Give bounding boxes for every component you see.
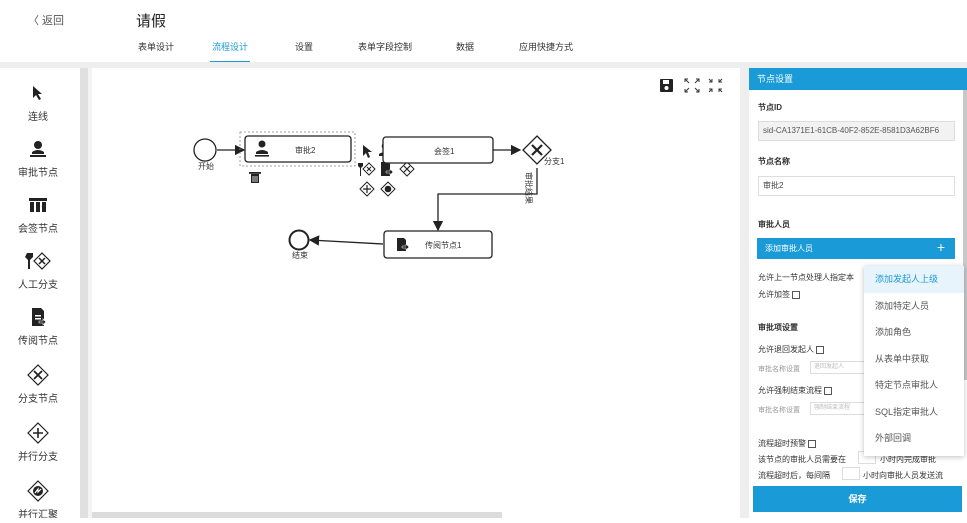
tool-label: 并行汇聚 bbox=[18, 510, 58, 518]
converge-gateway-icon bbox=[0, 480, 76, 502]
interval-hours-input[interactable] bbox=[842, 467, 860, 480]
dropdown-item-node-approver[interactable]: 特定节点审批人 bbox=[864, 372, 964, 399]
branch-label: 分支1 bbox=[544, 156, 565, 166]
return-name-label: 审批名称设置 bbox=[758, 366, 800, 373]
dropdown-item-initiator-superior[interactable]: 添加发起人上级 bbox=[864, 266, 964, 293]
allow-force-end-label: 允许强制结束流程 bbox=[758, 386, 822, 395]
timeout-label: 流程超时预警 bbox=[758, 439, 806, 448]
group-icon bbox=[0, 194, 76, 216]
panel-divider bbox=[740, 68, 749, 518]
add-approver-label: 添加审批人员 bbox=[765, 244, 813, 253]
tool-manual-branch[interactable]: 人工分支 bbox=[0, 250, 76, 291]
plus-icon: + bbox=[936, 239, 945, 255]
tool-parallel-converge[interactable]: 并行汇聚 bbox=[0, 480, 76, 518]
timeout-row: 流程超时预警 bbox=[758, 438, 816, 449]
dropdown-item-sql-approver[interactable]: SQL指定审批人 bbox=[864, 399, 964, 426]
tab-data[interactable]: 数据 bbox=[456, 40, 474, 62]
fullscreen-icon[interactable] bbox=[684, 78, 700, 93]
tool-label: 审批节点 bbox=[18, 168, 58, 179]
tab-field-control[interactable]: 表单字段控制 bbox=[358, 40, 412, 62]
flow-canvas[interactable]: 审批结果 开始 审批2 会签1 分支1 传阅节点1 结束 bbox=[92, 68, 740, 518]
save-diagram-icon[interactable] bbox=[660, 79, 673, 92]
append-manual-branch-icon[interactable] bbox=[358, 162, 376, 176]
allow-return-checkbox[interactable] bbox=[816, 345, 824, 354]
countersign-node-label: 会签1 bbox=[434, 146, 455, 156]
node-name-label: 节点名称 bbox=[758, 157, 790, 166]
node-id-label: 节点ID bbox=[758, 103, 782, 112]
allow-add-sign-label: 允许加签 bbox=[758, 290, 790, 299]
parallel-gateway-icon bbox=[0, 422, 76, 444]
approver-label: 审批人员 bbox=[758, 220, 790, 229]
tool-palette: 连线 审批节点 会签节点 人工分支 传阅节点 分支节点 并行分支 并行汇聚 bbox=[0, 68, 80, 518]
flow-label: 审批结果 bbox=[524, 172, 534, 204]
tool-label: 连线 bbox=[28, 112, 48, 123]
force-name-label: 审批名称设置 bbox=[758, 407, 800, 414]
tool-label: 人工分支 bbox=[18, 280, 58, 291]
dropdown-item-from-form[interactable]: 从表单中获取 bbox=[864, 346, 964, 373]
dropdown-item-specific-user[interactable]: 添加特定人员 bbox=[864, 293, 964, 320]
palette-scrollbar[interactable] bbox=[80, 68, 88, 518]
tool-circulate-node[interactable]: 传阅节点 bbox=[0, 306, 76, 347]
timeout-checkbox[interactable] bbox=[808, 439, 816, 448]
tool-approve-node[interactable]: 审批节点 bbox=[0, 138, 76, 179]
document-icon bbox=[0, 306, 76, 328]
app-header: 〈 返回 请假 表单设计 流程设计 设置 表单字段控制 数据 应用快捷方式 bbox=[0, 0, 967, 63]
tool-label: 并行分支 bbox=[18, 452, 58, 463]
save-button[interactable]: 保存 bbox=[753, 486, 962, 512]
timeout-line1-a: 该节点的审批人员需要在 bbox=[758, 455, 846, 464]
tool-label: 传阅节点 bbox=[18, 336, 58, 347]
allow-return-row: 允许退回发起人 bbox=[758, 344, 824, 355]
canvas-horizontal-scrollbar[interactable] bbox=[92, 512, 502, 518]
connect-pointer-icon[interactable] bbox=[363, 145, 372, 158]
end-event[interactable] bbox=[288, 229, 310, 251]
tool-connect[interactable]: 连线 bbox=[0, 82, 76, 123]
allow-add-sign-row: 允许加签 bbox=[758, 289, 800, 300]
append-converge-gateway-icon[interactable] bbox=[380, 181, 396, 197]
allow-add-sign-checkbox[interactable] bbox=[792, 290, 800, 299]
timeout-line2-b: 小时向审批人员发送流 bbox=[863, 471, 943, 480]
start-event[interactable] bbox=[193, 138, 217, 162]
allow-force-end-checkbox[interactable] bbox=[824, 386, 832, 395]
node-id-field[interactable]: sid-CA1371E1-61CB-40F2-852E-8581D3A62BF6 bbox=[758, 121, 955, 141]
timeout-line2-a: 流程超时后，每间隔 bbox=[758, 471, 830, 480]
tab-form-design[interactable]: 表单设计 bbox=[138, 40, 174, 62]
node-name-field[interactable]: 审批2 bbox=[758, 176, 955, 196]
tool-countersign-node[interactable]: 会签节点 bbox=[0, 194, 76, 235]
panel-header: 节点设置 bbox=[749, 68, 967, 90]
exclusive-gateway-icon bbox=[0, 364, 76, 386]
tool-label: 会签节点 bbox=[18, 224, 58, 235]
allow-prev-assign-label: 允许上一节点处理人指定本 bbox=[758, 273, 854, 282]
user-icon bbox=[0, 138, 76, 160]
end-label: 结束 bbox=[292, 250, 308, 260]
dropdown-item-callback[interactable]: 外部回调 bbox=[864, 425, 964, 452]
append-exclusive-gateway-icon[interactable] bbox=[399, 161, 415, 177]
approve-node-label: 审批2 bbox=[295, 145, 316, 155]
flow-connector[interactable] bbox=[308, 235, 384, 246]
allow-return-label: 允许退回发起人 bbox=[758, 345, 814, 354]
tab-flow-design[interactable]: 流程设计 bbox=[209, 40, 251, 63]
tab-app-shortcut[interactable]: 应用快捷方式 bbox=[519, 40, 573, 62]
start-label: 开始 bbox=[198, 161, 214, 171]
page-title: 请假 bbox=[136, 13, 167, 30]
flow-diagram: 审批结果 开始 审批2 会签1 分支1 传阅节点1 结束 bbox=[193, 78, 723, 260]
exit-fullscreen-icon[interactable] bbox=[708, 78, 723, 93]
back-link[interactable]: 〈 返回 bbox=[28, 12, 64, 28]
pointer-icon bbox=[0, 82, 76, 104]
dropdown-item-role[interactable]: 添加角色 bbox=[864, 319, 964, 346]
manual-branch-icon bbox=[0, 250, 76, 272]
append-circulate-icon[interactable] bbox=[381, 162, 394, 176]
delete-icon[interactable] bbox=[249, 172, 261, 183]
tab-settings[interactable]: 设置 bbox=[295, 40, 313, 62]
tool-parallel-branch[interactable]: 并行分支 bbox=[0, 422, 76, 463]
tool-exclusive-branch[interactable]: 分支节点 bbox=[0, 364, 76, 405]
add-approver-button[interactable]: 添加审批人员 + bbox=[757, 238, 955, 259]
approval-settings-label: 审批项设置 bbox=[758, 323, 798, 332]
flow-connector[interactable] bbox=[432, 168, 538, 232]
append-parallel-gateway-icon[interactable] bbox=[359, 181, 375, 197]
tool-label: 分支节点 bbox=[18, 394, 58, 405]
allow-force-end-row: 允许强制结束流程 bbox=[758, 385, 832, 396]
add-approver-dropdown: 添加发起人上级 添加特定人员 添加角色 从表单中获取 特定节点审批人 SQL指定… bbox=[864, 266, 964, 456]
circulate-node-label: 传阅节点1 bbox=[425, 240, 462, 250]
